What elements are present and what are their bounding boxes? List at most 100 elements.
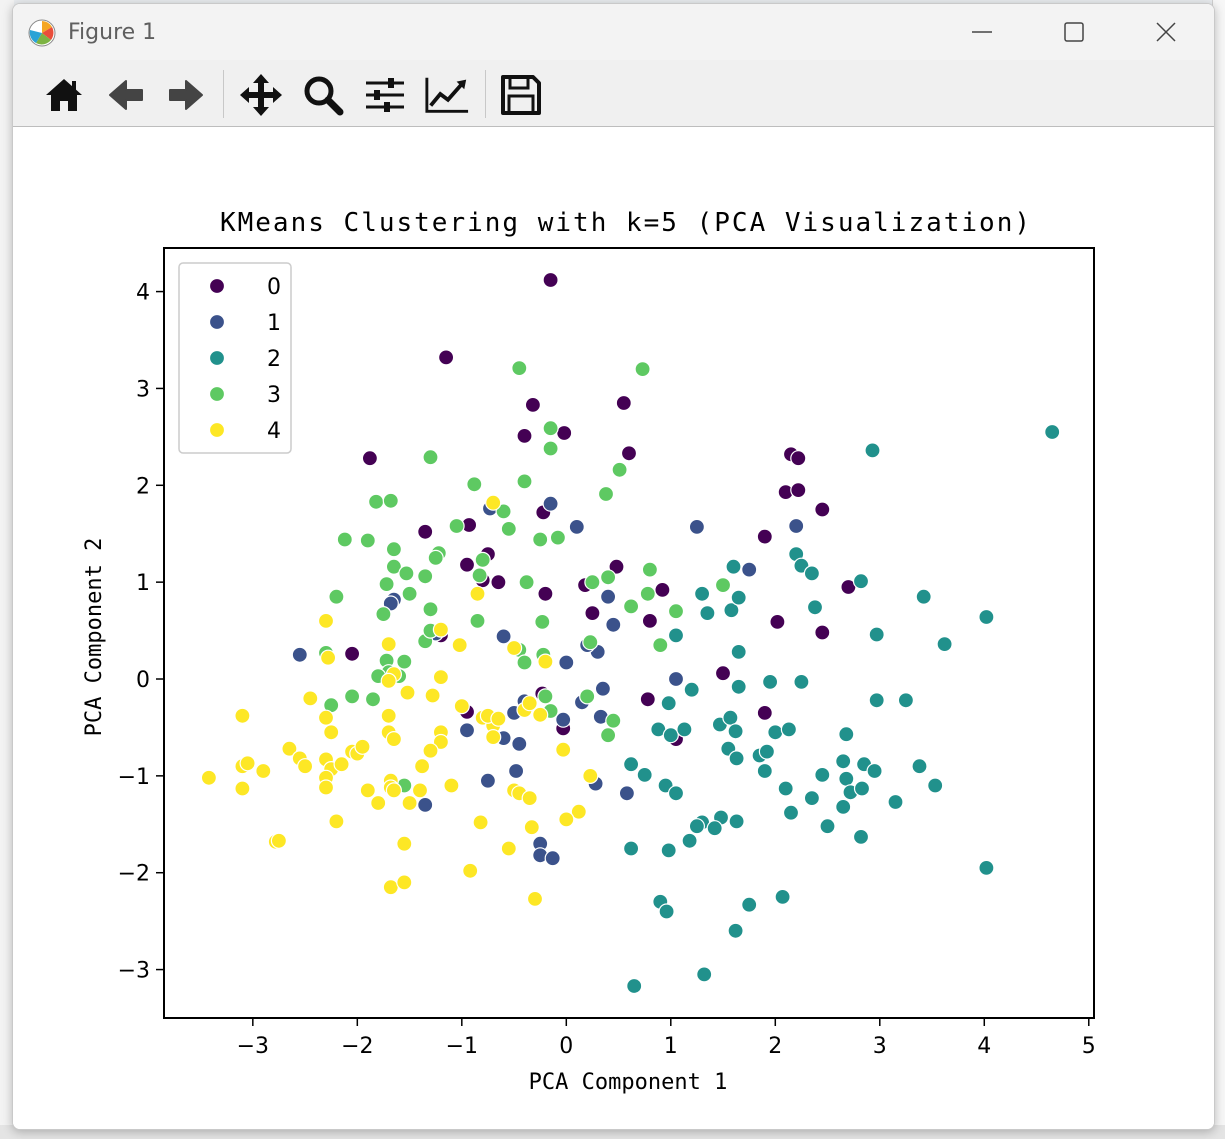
data-point-cluster-0 [639, 691, 656, 708]
data-point-cluster-3 [584, 574, 601, 591]
legend-label: 3 [267, 383, 281, 408]
data-point-cluster-2 [819, 818, 836, 835]
data-point-cluster-2 [852, 573, 870, 590]
data-point-cluster-4 [472, 814, 489, 831]
data-point-cluster-2 [756, 762, 773, 780]
data-point-cluster-4 [462, 862, 479, 879]
data-point-cluster-3 [427, 549, 444, 566]
legend: 0 1 2 3 4 [178, 262, 292, 454]
pan-button[interactable] [238, 72, 284, 118]
data-point-cluster-2 [683, 681, 700, 698]
data-point-cluster-2 [660, 842, 677, 859]
data-point-cluster-4 [500, 840, 517, 857]
data-point-cluster-2 [730, 589, 747, 606]
data-point-cluster-2 [927, 777, 944, 794]
data-point-cluster-3 [359, 532, 376, 549]
data-point-cluster-4 [317, 779, 335, 796]
data-point-cluster-3 [375, 606, 392, 623]
minimize-button[interactable] [959, 12, 1005, 52]
data-point-cluster-2 [814, 766, 831, 784]
data-point-cluster-4 [537, 653, 554, 670]
data-point-cluster-2 [622, 756, 640, 773]
data-point-cluster-2 [681, 832, 698, 849]
data-point-cluster-1 [417, 796, 434, 814]
zoom-button[interactable] [300, 72, 346, 118]
data-point-cluster-3 [469, 612, 486, 629]
data-point-cluster-4 [558, 811, 575, 828]
x-tick-label: 0 [559, 1034, 573, 1059]
data-point-cluster-3 [382, 492, 399, 509]
data-point-cluster-4 [297, 758, 314, 775]
data-point-cluster-4 [234, 707, 251, 724]
edit-axis-icon [425, 77, 469, 113]
data-point-cluster-2 [774, 888, 791, 906]
data-point-cluster-2 [730, 678, 747, 695]
data-point-cluster-2 [758, 743, 776, 760]
data-point-cluster-0 [438, 349, 455, 366]
close-button[interactable] [1143, 12, 1189, 52]
data-point-cluster-2 [978, 859, 995, 877]
data-point-cluster-3 [605, 712, 622, 729]
data-point-cluster-4 [380, 672, 397, 690]
data-point-cluster-1 [741, 561, 758, 578]
home-button[interactable] [41, 72, 87, 118]
data-point-cluster-2 [767, 724, 784, 741]
data-point-cluster-4 [317, 612, 335, 629]
data-point-cluster-4 [323, 724, 340, 741]
data-point-cluster-0 [584, 605, 601, 622]
legend-label: 1 [267, 311, 281, 336]
edit-axis-button[interactable] [424, 72, 470, 118]
minimize-icon [972, 31, 992, 33]
data-point-cluster-4 [469, 585, 486, 602]
data-point-cluster-1 [291, 646, 308, 663]
pan-icon [240, 74, 282, 116]
y-tick-label: −2 [118, 862, 150, 887]
data-point-cluster-0 [361, 450, 378, 467]
data-point-cluster-4 [320, 649, 337, 666]
data-point-cluster-4 [401, 794, 418, 812]
data-point-cluster-4 [432, 621, 449, 638]
data-point-cluster-3 [385, 541, 402, 558]
data-point-cluster-3 [396, 653, 413, 670]
configure-subplots-button[interactable] [362, 72, 408, 118]
data-point-cluster-3 [516, 654, 533, 671]
data-point-cluster-0 [814, 624, 831, 641]
data-point-cluster-0 [641, 612, 659, 629]
legend-marker-2 [208, 349, 226, 367]
data-point-cluster-4 [302, 690, 319, 707]
data-point-cluster-4 [414, 758, 431, 775]
scatter-plot: KMeans Clustering with k=5 (PCA Visualiz… [82, 208, 1096, 1095]
data-point-cluster-4 [255, 762, 272, 780]
toolbar-separator [223, 70, 224, 118]
data-point-cluster-2 [728, 750, 745, 767]
data-point-cluster-4 [396, 874, 413, 891]
data-point-cluster-4 [451, 636, 468, 654]
toolbar-separator [485, 70, 486, 118]
maximize-button[interactable] [1051, 12, 1097, 52]
data-point-cluster-4 [354, 738, 371, 755]
data-point-cluster-3 [652, 636, 669, 654]
data-point-cluster-4 [490, 710, 507, 727]
y-tick-label: 4 [136, 281, 150, 306]
x-tick-label: −3 [237, 1034, 269, 1059]
x-tick-label: 5 [1082, 1034, 1096, 1059]
data-point-cluster-2 [722, 709, 739, 726]
data-point-cluster-3 [417, 568, 434, 585]
save-button[interactable] [498, 72, 544, 118]
forward-button[interactable] [163, 72, 209, 118]
figure-canvas[interactable]: KMeans Clustering with k=5 (PCA Visualiz… [13, 127, 1214, 1129]
data-point-cluster-3 [542, 440, 559, 457]
data-point-cluster-4 [521, 695, 538, 712]
data-point-cluster-3 [471, 567, 488, 584]
data-point-cluster-3 [448, 517, 465, 535]
data-point-cluster-0 [556, 424, 573, 442]
title-bar[interactable]: Figure 1 [13, 4, 1214, 60]
data-point-cluster-3 [667, 603, 685, 620]
data-point-cluster-2 [688, 818, 706, 835]
data-point-cluster-0 [756, 528, 773, 545]
data-point-cluster-2 [777, 780, 794, 797]
data-point-cluster-2 [936, 635, 953, 653]
back-button[interactable] [103, 72, 149, 118]
data-point-cluster-2 [658, 903, 675, 920]
data-point-cluster-4 [370, 794, 387, 812]
